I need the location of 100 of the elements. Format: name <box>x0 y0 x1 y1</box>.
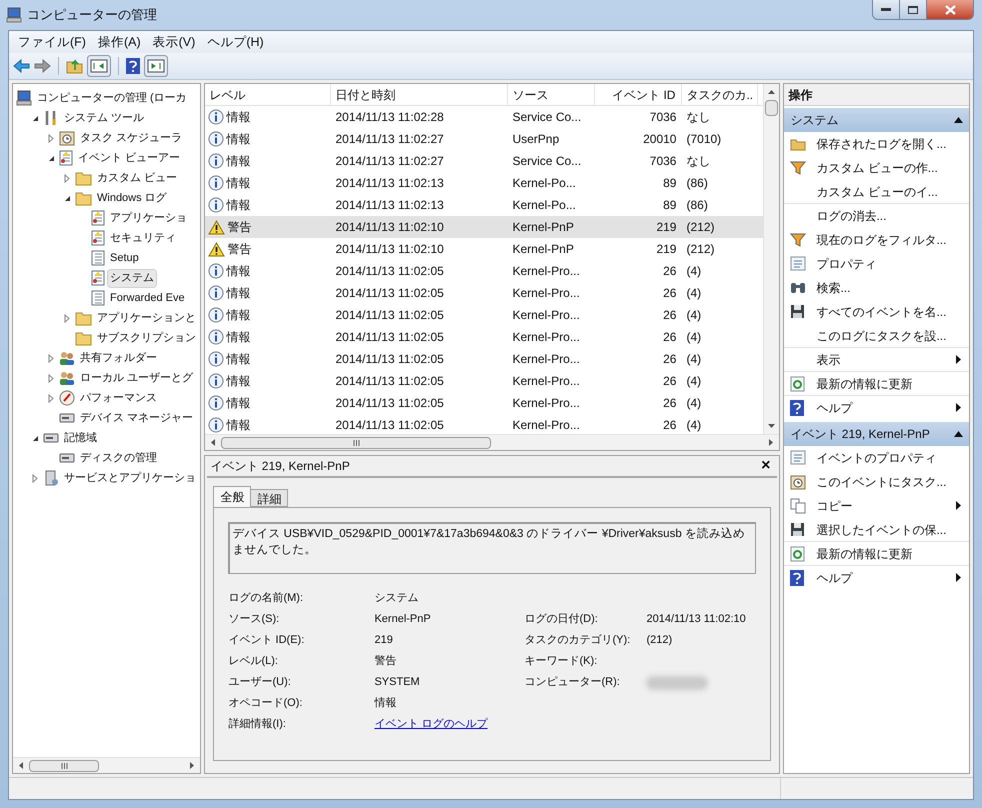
section-header[interactable]: システム <box>784 108 969 132</box>
expanded-triangle-icon[interactable] <box>32 434 39 442</box>
action-item[interactable]: 現在のログをフィルタ... <box>816 230 946 248</box>
folder-icon <box>75 190 92 206</box>
info-icon <box>208 307 224 323</box>
tree-item[interactable]: ディスクの管理 <box>77 448 160 468</box>
column-header[interactable]: 日付と時刻 <box>331 84 508 105</box>
clock-icon <box>59 130 75 146</box>
detail-title: イベント 219, Kernel-PnP <box>210 458 350 475</box>
collapse-icon[interactable] <box>954 117 963 123</box>
maximize-button[interactable] <box>900 0 927 19</box>
table-cell-text: (212) <box>685 241 716 258</box>
action-item[interactable]: すべてのイベントを名... <box>816 302 946 320</box>
tree-item[interactable]: 記憶域 <box>61 428 100 448</box>
tree-item[interactable]: カスタム ビュー <box>94 168 180 188</box>
action-item[interactable]: 表示 <box>816 350 840 368</box>
table-cell-text: 情報 <box>226 307 250 324</box>
expanded-triangle-icon[interactable] <box>48 154 55 162</box>
tree-item[interactable]: システム <box>107 268 157 288</box>
collapsed-triangle-icon[interactable] <box>64 174 70 182</box>
column-header[interactable]: タスクのカ.. <box>682 84 758 105</box>
collapsed-triangle-icon[interactable] <box>48 394 54 402</box>
tree-item[interactable]: タスク スケジューラ <box>77 128 186 148</box>
scroll-left-icon[interactable] <box>17 761 25 770</box>
scroll-thumb[interactable] <box>765 100 778 116</box>
menu-item[interactable]: 操作(A) <box>92 32 146 52</box>
action-item[interactable]: 保存されたログを開く... <box>816 134 946 152</box>
tree-item[interactable]: Setup <box>107 248 142 268</box>
column-header[interactable]: ソース <box>508 84 596 105</box>
action-item[interactable]: ログの消去... <box>816 206 886 224</box>
collapsed-triangle-icon[interactable] <box>48 354 54 362</box>
action-item[interactable]: 最新の情報に更新 <box>816 544 912 562</box>
tree-item[interactable]: デバイス マネージャー <box>77 408 196 428</box>
expanded-triangle-icon[interactable] <box>64 194 71 202</box>
tab[interactable]: 詳細 <box>251 489 288 507</box>
tree-item[interactable]: イベント ビューアー <box>75 148 184 168</box>
tree-item[interactable]: コンピューターの管理 (ローカ <box>34 88 190 108</box>
collapsed-triangle-icon[interactable] <box>48 374 54 382</box>
menu-item[interactable]: ヘルプ(H) <box>202 32 269 52</box>
action-item[interactable]: このイベントにタスク... <box>816 472 946 490</box>
field-value: (212) <box>646 633 674 648</box>
up-folder-icon[interactable] <box>66 58 83 74</box>
tree-item[interactable]: ローカル ユーザーとグ <box>77 368 196 388</box>
column-header[interactable]: レベル <box>205 84 332 105</box>
horizontal-scrollbar[interactable] <box>13 757 200 773</box>
expanded-triangle-icon[interactable] <box>32 114 39 122</box>
tree-item[interactable]: アプリケーショ <box>107 208 190 228</box>
tree-item[interactable]: Windows ログ <box>94 188 170 208</box>
vertical-scrollbar[interactable] <box>763 84 780 434</box>
tree-item[interactable]: Forwarded Eve <box>107 288 188 308</box>
tree-item[interactable]: 共有フォルダー <box>77 348 160 368</box>
tree-item[interactable]: アプリケーションと <box>94 308 199 328</box>
tab[interactable]: 全般 <box>213 486 252 507</box>
section-header[interactable]: イベント 219, Kernel-PnP <box>784 422 969 446</box>
action-item[interactable]: 選択したイベントの保... <box>816 520 946 538</box>
action-item[interactable]: プロパティ <box>816 254 876 272</box>
info-icon <box>208 131 224 147</box>
show-action-pane-icon[interactable] <box>144 55 168 77</box>
tree-item[interactable]: サービスとアプリケーショ <box>61 468 199 488</box>
action-item[interactable]: カスタム ビューの作... <box>816 158 938 176</box>
minimize-button[interactable] <box>873 0 900 19</box>
close-window-button[interactable] <box>927 0 973 19</box>
menu-item[interactable]: ファイル(F) <box>13 32 91 52</box>
table-cell-text: Kernel-Pro... <box>511 307 581 324</box>
table-cell-text: なし <box>685 109 712 126</box>
field-value: SYSTEM <box>374 675 421 690</box>
server-icon <box>43 470 59 486</box>
tree-item[interactable]: パフォーマンス <box>77 388 160 408</box>
tree-item[interactable]: システム ツール <box>61 108 148 128</box>
scroll-right-icon[interactable] <box>188 761 196 770</box>
scroll-right-icon[interactable] <box>767 438 776 447</box>
table-row[interactable]: 警告 2014/11/13 11:02:10 Kernel-PnP 219 (212) <box>205 216 764 238</box>
collapsed-triangle-icon[interactable] <box>32 474 38 482</box>
forward-arrow-icon[interactable] <box>34 59 51 73</box>
action-item[interactable]: イベントのプロパティ <box>816 448 936 466</box>
action-item[interactable]: このログにタスクを設... <box>816 326 946 344</box>
action-item[interactable]: ヘルプ <box>816 398 852 416</box>
log-icon <box>91 230 105 246</box>
action-item[interactable]: 最新の情報に更新 <box>816 374 912 392</box>
show-tree-icon[interactable] <box>87 55 111 77</box>
close-button[interactable]: × <box>757 458 774 474</box>
column-header[interactable]: イベント ID <box>595 84 682 105</box>
action-item[interactable]: ヘルプ <box>816 568 852 586</box>
scroll-left-icon[interactable] <box>209 438 218 447</box>
menu-item[interactable]: 表示(V) <box>148 32 200 52</box>
table-row[interactable]: 警告 2014/11/13 11:02:10 Kernel-PnP 219 (212) <box>205 238 764 260</box>
tree-item[interactable]: セキュリティ <box>107 228 179 248</box>
action-item[interactable]: カスタム ビューのイ... <box>816 182 938 200</box>
horizontal-scrollbar[interactable] <box>205 434 780 450</box>
funnel-icon <box>790 232 806 246</box>
tree-item[interactable]: サブスクリプション <box>94 328 199 348</box>
action-item[interactable]: 検索... <box>816 278 850 296</box>
collapse-icon[interactable] <box>954 431 963 437</box>
table-cell-text: Kernel-Pro... <box>511 329 581 346</box>
back-arrow-icon[interactable] <box>13 59 30 73</box>
table-cell-text: 26 <box>662 329 678 346</box>
collapsed-triangle-icon[interactable] <box>64 314 70 322</box>
collapsed-triangle-icon[interactable] <box>48 134 54 142</box>
help-link[interactable]: イベント ログのヘルプ <box>374 716 524 733</box>
action-item[interactable]: コピー <box>816 496 852 514</box>
